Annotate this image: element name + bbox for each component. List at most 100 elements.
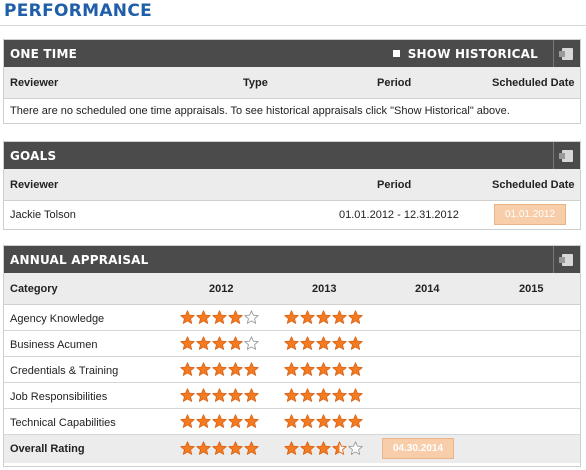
star-icon <box>212 310 227 324</box>
star-icon <box>284 310 299 324</box>
star-icon <box>300 441 315 455</box>
goal-scheduled-date-button[interactable]: 01.01.2012 <box>494 204 566 225</box>
col-reviewer: Reviewer <box>10 77 59 89</box>
category-label: Agency Knowledge <box>10 313 105 325</box>
star-icon <box>316 414 331 428</box>
goals-panel: GOALS Reviewer Period Scheduled Date Jac… <box>3 141 581 230</box>
star-icon <box>284 336 299 350</box>
star-icon <box>284 388 299 402</box>
star-icon <box>196 310 211 324</box>
star-icon <box>228 388 243 402</box>
annual-export-button[interactable] <box>553 246 580 273</box>
rating-2012 <box>180 336 259 351</box>
star-icon <box>244 388 259 402</box>
excel-export-icon <box>558 149 573 162</box>
star-icon <box>196 441 211 455</box>
category-label: Technical Capabilities <box>10 417 116 429</box>
star-icon <box>244 336 259 350</box>
annual-header: ANNUAL APPRAISAL <box>4 246 580 273</box>
rating-2012 <box>180 362 259 377</box>
star-icon <box>284 414 299 428</box>
col-scheduled-date: Scheduled Date <box>492 77 575 89</box>
star-icon <box>316 441 331 455</box>
title-divider <box>0 25 586 26</box>
overall-rating-2013 <box>284 441 363 456</box>
col-2014: 2014 <box>415 283 440 295</box>
star-icon <box>180 362 195 376</box>
star-icon <box>228 310 243 324</box>
star-icon <box>348 414 363 428</box>
overall-rating-label: Overall Rating <box>10 443 85 455</box>
goal-reviewer: Jackie Tolson <box>10 209 76 221</box>
col-reviewer: Reviewer <box>10 179 59 191</box>
excel-export-icon <box>558 253 573 266</box>
star-icon <box>180 310 195 324</box>
checkbox-icon <box>392 50 400 57</box>
one-time-header: ONE TIME SHOW HISTORICAL <box>4 40 580 67</box>
star-icon <box>316 310 331 324</box>
col-type: Type <box>243 77 268 89</box>
rating-2013 <box>284 388 363 403</box>
goals-column-header: Reviewer Period Scheduled Date <box>4 169 580 201</box>
star-icon <box>196 388 211 402</box>
category-label: Job Responsibilities <box>10 391 108 403</box>
overall-rating-row: Overall Rating 04.30.2014 <box>4 435 580 463</box>
annual-title: ANNUAL APPRAISAL <box>10 252 149 267</box>
empty-message-row: There are no scheduled one time appraisa… <box>4 99 580 123</box>
rating-2013 <box>284 336 363 351</box>
table-row: Technical Capabilities <box>4 409 580 435</box>
star-icon <box>212 414 227 428</box>
star-icon <box>244 362 259 376</box>
one-time-export-button[interactable] <box>553 40 580 67</box>
table-row: Agency Knowledge <box>4 305 580 331</box>
star-icon <box>196 362 211 376</box>
col-period: Period <box>377 179 412 191</box>
category-label: Business Acumen <box>10 339 98 351</box>
rating-2013 <box>284 310 363 325</box>
star-icon <box>212 388 227 402</box>
star-icon <box>196 336 211 350</box>
col-scheduled-date: Scheduled Date <box>492 179 575 191</box>
star-icon <box>180 441 195 455</box>
star-icon <box>300 388 315 402</box>
page-title: PERFORMANCE <box>4 1 153 21</box>
appraisal-date-2014: 04.30.2014 <box>392 443 444 454</box>
col-2013: 2013 <box>312 283 337 295</box>
star-icon <box>348 336 363 350</box>
excel-export-icon <box>558 47 573 60</box>
appraisal-date-2014-button[interactable]: 04.30.2014 <box>382 438 454 459</box>
show-historical-label: SHOW HISTORICAL <box>407 46 538 61</box>
star-icon <box>212 441 227 455</box>
star-icon <box>228 336 243 350</box>
star-icon <box>284 362 299 376</box>
goals-export-button[interactable] <box>553 142 580 169</box>
goals-header: GOALS <box>4 142 580 169</box>
rating-2012 <box>180 414 259 429</box>
star-icon <box>180 414 195 428</box>
star-icon <box>228 362 243 376</box>
star-icon <box>348 388 363 402</box>
table-row: Credentials & Training <box>4 357 580 383</box>
table-row: Job Responsibilities <box>4 383 580 409</box>
star-icon <box>300 310 315 324</box>
star-icon <box>228 414 243 428</box>
goals-title: GOALS <box>10 148 57 163</box>
star-icon <box>348 362 363 376</box>
star-icon <box>180 388 195 402</box>
empty-message: There are no scheduled one time appraisa… <box>10 105 510 117</box>
star-icon <box>316 388 331 402</box>
table-row: Business Acumen <box>4 331 580 357</box>
star-icon <box>196 414 211 428</box>
col-2012: 2012 <box>209 283 234 295</box>
one-time-panel: ONE TIME SHOW HISTORICAL Reviewer Type P… <box>3 39 581 124</box>
goal-scheduled-date: 01.01.2012 <box>504 209 556 220</box>
goal-period: 01.01.2012 - 12.31.2012 <box>339 209 459 221</box>
category-label: Credentials & Training <box>10 365 119 377</box>
rating-2013 <box>284 414 363 429</box>
star-icon <box>332 441 347 455</box>
col-period: Period <box>377 77 412 89</box>
show-historical-toggle[interactable]: SHOW HISTORICAL <box>392 40 538 67</box>
star-icon <box>300 362 315 376</box>
one-time-column-header: Reviewer Type Period Scheduled Date <box>4 67 580 99</box>
star-icon <box>332 362 347 376</box>
